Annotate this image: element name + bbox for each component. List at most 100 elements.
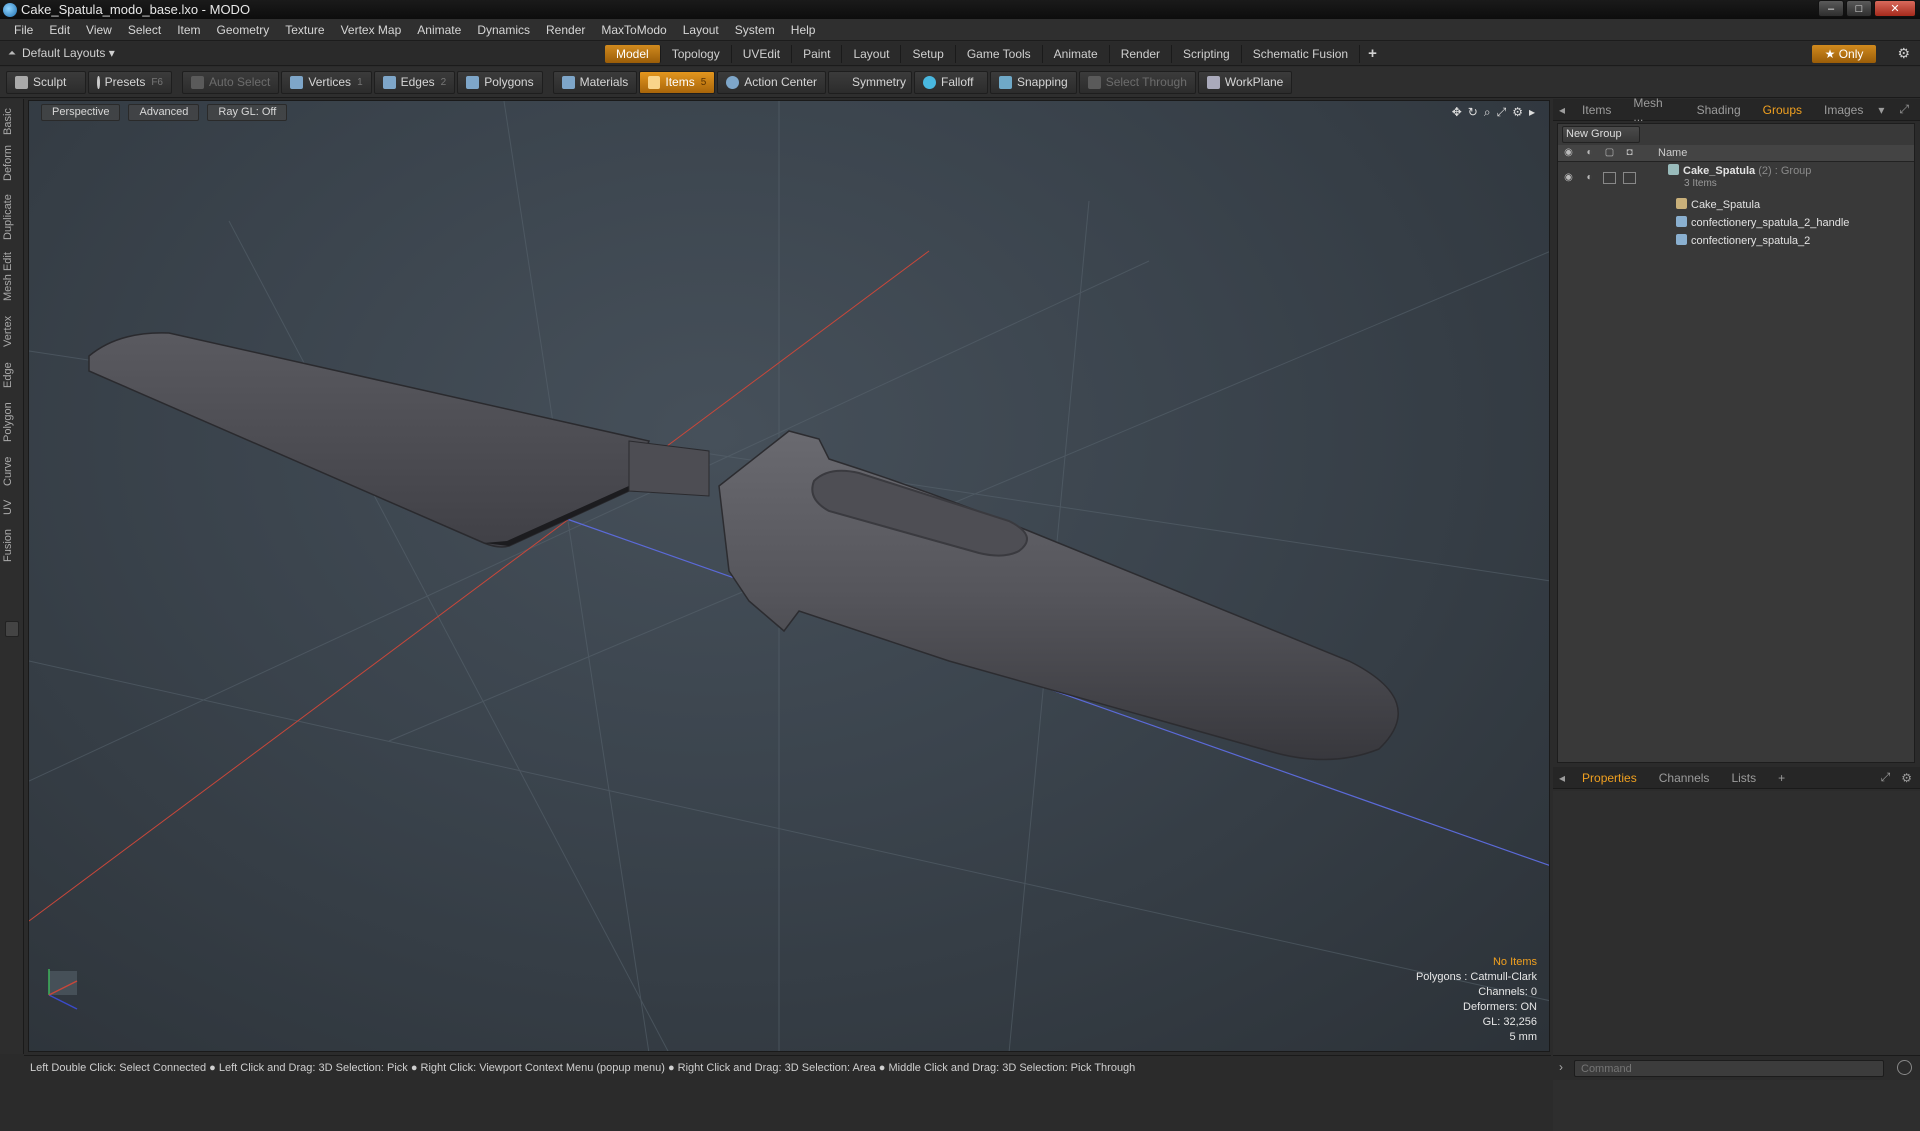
group-row-cake-spatula[interactable]: ◉ ◐ Cake_Spatula (2) : Group 3 Items [1558, 164, 1914, 194]
strip-toggle-button[interactable] [5, 621, 19, 637]
fit-icon[interactable]: ⤢ [1497, 105, 1507, 120]
menu-view[interactable]: View [78, 23, 120, 37]
tab-shading[interactable]: Shading [1686, 103, 1752, 117]
minimize-button[interactable]: – [1818, 0, 1844, 17]
auto-select-button[interactable]: Auto Select [182, 70, 280, 94]
list-item-cake-spatula[interactable]: Cake_Spatula [1558, 196, 1914, 214]
tab-layout[interactable]: Layout [842, 45, 902, 63]
materials-button[interactable]: Materials [552, 70, 638, 94]
tab-uvedit[interactable]: UVEdit [732, 45, 793, 63]
action-center-button[interactable]: Action Center [717, 70, 826, 94]
panel-left-arrow-icon[interactable]: ◂ [1553, 103, 1571, 117]
tab-mesh[interactable]: Mesh ... [1622, 96, 1685, 124]
tab-render[interactable]: Render [1110, 45, 1173, 63]
select-col-icon[interactable]: ◘ [1623, 147, 1636, 159]
group-select-checkbox[interactable] [1623, 172, 1636, 184]
snapping-button[interactable]: Snapping [989, 70, 1077, 94]
render-col-icon[interactable]: ◐ [1583, 147, 1596, 159]
select-through-button[interactable]: Select Through [1078, 70, 1196, 94]
menu-system[interactable]: System [727, 23, 783, 37]
workplane-button[interactable]: WorkPlane [1197, 70, 1293, 94]
menu-select[interactable]: Select [120, 23, 169, 37]
vertices-button[interactable]: Vertices 1 [281, 70, 372, 94]
pan-icon[interactable]: ✥ [1452, 105, 1462, 120]
tab-game-tools[interactable]: Game Tools [956, 45, 1043, 63]
edges-button[interactable]: Edges 2 [373, 70, 456, 94]
group-render-icon[interactable]: ◐ [1583, 172, 1596, 184]
tab-properties[interactable]: Properties [1571, 771, 1648, 785]
maximize-button[interactable]: □ [1846, 0, 1872, 17]
menu-layout[interactable]: Layout [675, 23, 727, 37]
tab-groups[interactable]: Groups [1752, 103, 1813, 117]
list-item-spatula-handle[interactable]: confectionery_spatula_2_handle [1558, 214, 1914, 232]
tab-deform[interactable]: Deform [2, 143, 22, 183]
command-history-icon[interactable] [1897, 1060, 1912, 1075]
tab-edge[interactable]: Edge [2, 359, 22, 391]
command-input[interactable] [1574, 1060, 1884, 1077]
tab-images[interactable]: Images [1813, 103, 1874, 117]
presets-button[interactable]: Presets F6 [88, 70, 172, 94]
add-tab-button[interactable]: + [1360, 45, 1385, 63]
advanced-button[interactable]: Advanced [128, 103, 200, 121]
viewport-menu-icon[interactable]: ▸ [1529, 105, 1535, 120]
menu-help[interactable]: Help [783, 23, 824, 37]
tab-setup[interactable]: Setup [901, 45, 956, 63]
layout-selector[interactable]: ⏶ Default Layouts ▾ [8, 46, 115, 60]
tab-lists[interactable]: Lists [1720, 771, 1767, 785]
menu-maxtomodo[interactable]: MaxToModo [593, 23, 674, 37]
tab-curve[interactable]: Curve [2, 453, 22, 489]
panel-left-arrow-icon[interactable]: ◂ [1553, 771, 1571, 785]
add-tab-button[interactable]: + [1767, 771, 1796, 785]
menu-edit[interactable]: Edit [41, 23, 78, 37]
new-group-button[interactable]: New Group [1562, 126, 1640, 143]
tab-vertex[interactable]: Vertex [2, 311, 22, 351]
tab-paint[interactable]: Paint [792, 45, 843, 63]
viewport-gear-icon[interactable]: ⚙ [1512, 105, 1523, 120]
visibility-col-icon[interactable]: ◉ [1562, 147, 1575, 159]
menu-dynamics[interactable]: Dynamics [469, 23, 538, 37]
menu-geometry[interactable]: Geometry [209, 23, 278, 37]
symmetry-button[interactable]: Symmetry [827, 70, 912, 94]
menu-vertex-map[interactable]: Vertex Map [333, 23, 410, 37]
list-item-spatula[interactable]: confectionery_spatula_2 [1558, 232, 1914, 250]
menu-item[interactable]: Item [169, 23, 208, 37]
expand-panel-icon[interactable]: ⤢ [1888, 102, 1920, 117]
tab-schematic-fusion[interactable]: Schematic Fusion [1242, 45, 1361, 63]
raygl-button[interactable]: Ray GL: Off [207, 103, 288, 121]
zoom-icon[interactable]: ⌕ [1484, 105, 1491, 120]
polygons-button[interactable]: Polygons [457, 70, 543, 94]
tab-fusion[interactable]: Fusion [2, 525, 22, 565]
menu-render[interactable]: Render [538, 23, 593, 37]
3d-viewport[interactable]: Perspective Advanced Ray GL: Off ✥ ↻ ⌕ ⤢… [28, 100, 1550, 1052]
close-button[interactable]: ✕ [1874, 0, 1916, 17]
perspective-button[interactable]: Perspective [41, 103, 121, 121]
lock-col-icon[interactable]: ▢ [1603, 147, 1616, 159]
tab-polygon[interactable]: Polygon [2, 399, 22, 445]
tab-model[interactable]: Model [605, 45, 661, 63]
sculpt-button[interactable]: Sculpt [6, 70, 86, 94]
group-visibility-icon[interactable]: ◉ [1562, 172, 1575, 184]
gear-icon[interactable]: ⚙ [1897, 45, 1910, 62]
tab-duplicate[interactable]: Duplicate [2, 191, 22, 243]
tab-channels[interactable]: Channels [1648, 771, 1721, 785]
tab-scripting[interactable]: Scripting [1172, 45, 1242, 63]
tab-animate[interactable]: Animate [1043, 45, 1110, 63]
menu-file[interactable]: File [6, 23, 41, 37]
vertices-shortcut: 1 [357, 76, 363, 88]
only-toggle[interactable]: ★ Only [1812, 45, 1876, 63]
expand-panel-icon[interactable]: ⤢ [1870, 770, 1902, 785]
tab-items[interactable]: Items [1571, 103, 1622, 117]
items-button[interactable]: Items 5 [639, 70, 716, 94]
rotate-icon[interactable]: ↻ [1468, 105, 1478, 120]
tab-uv[interactable]: UV [2, 495, 22, 519]
tab-mesh-edit[interactable]: Mesh Edit [2, 251, 22, 303]
tab-basic[interactable]: Basic [2, 105, 22, 139]
menu-texture[interactable]: Texture [277, 23, 332, 37]
menu-animate[interactable]: Animate [409, 23, 469, 37]
name-column-header[interactable]: Name [1658, 147, 1687, 159]
tab-topology[interactable]: Topology [661, 45, 732, 63]
panel-gear-icon[interactable]: ⚙ [1901, 771, 1920, 785]
tab-dropdown-icon[interactable]: ▾ [1874, 103, 1888, 117]
group-lock-checkbox[interactable] [1603, 172, 1616, 184]
falloff-button[interactable]: Falloff [913, 70, 988, 94]
